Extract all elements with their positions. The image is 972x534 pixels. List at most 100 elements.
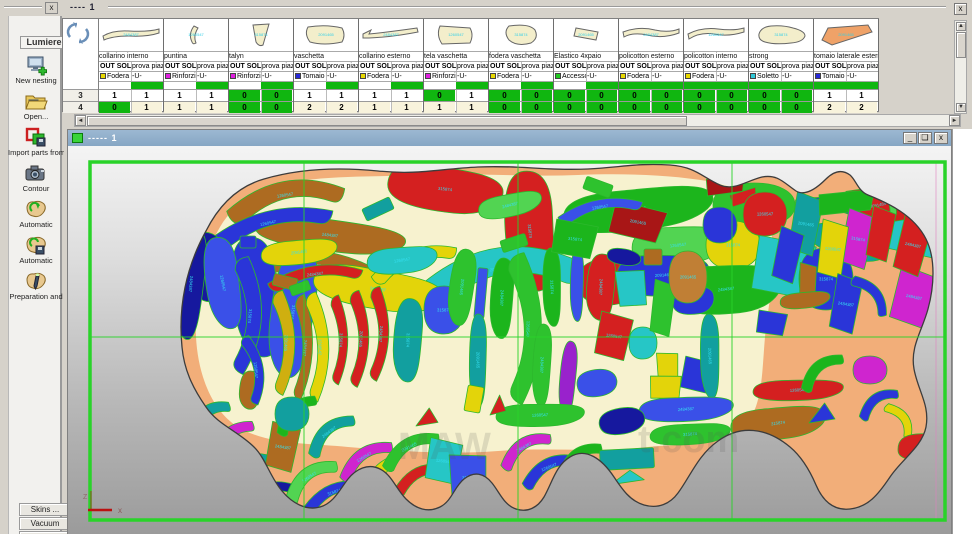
quantity-cell[interactable]: 0: [716, 102, 747, 113]
open-icon[interactable]: [24, 90, 48, 112]
quantity-cell[interactable]: 1: [391, 102, 422, 113]
sidebar-item-automatic[interactable]: Automatic: [9, 234, 63, 265]
part-name[interactable]: puntina: [164, 51, 228, 61]
quantity-cell[interactable]: 1: [294, 90, 325, 101]
part-thumbnail[interactable]: 2091465: [294, 19, 358, 51]
vscroll-thumb[interactable]: [956, 32, 966, 58]
scroll-right-icon[interactable]: ►: [949, 115, 960, 126]
scroll-left-icon[interactable]: ◄: [75, 115, 86, 126]
part-thumbnail[interactable]: 315874: [229, 19, 293, 51]
sidebar-button-skins[interactable]: Skins ...: [19, 503, 71, 516]
order-row[interactable]: OUT SOLDprova piazz: [294, 61, 358, 71]
piece[interactable]: [644, 249, 662, 265]
quantity-cell[interactable]: 0: [586, 90, 617, 101]
quantity-cell[interactable]: 0: [521, 102, 552, 113]
rotate-icon[interactable]: [63, 19, 93, 47]
row-header-3[interactable]: 3: [63, 89, 98, 101]
piece[interactable]: [174, 461, 216, 490]
parts-vertical-scrollbar[interactable]: ▲ ▼: [954, 20, 967, 114]
part-thumbnail[interactable]: 2484387: [619, 19, 683, 51]
quantity-row-4[interactable]: 00: [554, 101, 618, 113]
import-icon[interactable]: [24, 126, 48, 148]
quantity-row-3[interactable]: 11: [164, 89, 228, 101]
quantity-cell[interactable]: 1: [814, 90, 845, 101]
quantity-cell[interactable]: 0: [619, 102, 650, 113]
quantity-row-4[interactable]: 22: [294, 101, 358, 113]
material-row[interactable]: Fodera-U-: [99, 71, 163, 81]
rotate-parts-cell[interactable]: [63, 19, 98, 89]
part-thumbnail[interactable]: 2484387: [99, 19, 163, 51]
quantity-cell[interactable]: 0: [489, 90, 520, 101]
preparation-icon[interactable]: [24, 270, 48, 292]
quantity-cell[interactable]: 0: [489, 102, 520, 113]
part-name[interactable]: collarino esterno: [359, 51, 423, 61]
material-row[interactable]: Fodera-U-: [619, 71, 683, 81]
hscroll-thumb[interactable]: [87, 116, 687, 126]
sidebar-button-vacuum[interactable]: Vacuum: [19, 517, 71, 530]
nesting-window-titlebar[interactable]: ----- 1 _ ❏ x: [68, 130, 951, 146]
parts-horizontal-scrollbar[interactable]: ◄ ►: [74, 114, 961, 127]
sidebar-item-preparation-and[interactable]: Preparation and: [9, 270, 63, 301]
quantity-cell[interactable]: 1: [131, 102, 162, 113]
material-row[interactable]: Rinforzi-U-: [229, 71, 293, 81]
quantity-cell[interactable]: 0: [554, 90, 585, 101]
piece[interactable]: [614, 267, 650, 310]
quantity-row-3[interactable]: 11: [294, 89, 358, 101]
part-thumbnail[interactable]: 315874: [749, 19, 813, 51]
order-row[interactable]: OUT SOLDprova piazz: [554, 61, 618, 71]
scroll-up-icon[interactable]: ▲: [956, 22, 966, 31]
piece[interactable]: [240, 236, 256, 248]
quantity-cell[interactable]: 0: [586, 102, 617, 113]
quantity-row-3[interactable]: 11: [359, 89, 423, 101]
automatic-icon[interactable]: [24, 198, 48, 220]
part-name[interactable]: Elastico 4xpaio: [554, 51, 618, 61]
material-row[interactable]: Fodera-U-: [359, 71, 423, 81]
part-name[interactable]: fodera vaschetta: [489, 51, 553, 61]
quantity-row-4[interactable]: 01: [99, 101, 163, 113]
quantity-cell[interactable]: 0: [229, 102, 260, 113]
material-row[interactable]: Fodera-U-: [489, 71, 553, 81]
order-row[interactable]: OUT SOLDprova piazz: [424, 61, 488, 71]
quantity-row-4[interactable]: 11: [164, 101, 228, 113]
quantity-cell[interactable]: 2: [326, 102, 357, 113]
quantity-cell[interactable]: 1: [846, 90, 877, 101]
order-row[interactable]: OUT SOLDprova piazz: [749, 61, 813, 71]
part-name[interactable]: talyn: [229, 51, 293, 61]
order-row[interactable]: OUT SOLDprova piazz: [619, 61, 683, 71]
quantity-cell[interactable]: 0: [781, 102, 812, 113]
automatic2-icon[interactable]: [24, 234, 48, 256]
order-row[interactable]: OUT SOLDprova piazz: [684, 61, 748, 71]
part-thumbnail[interactable]: 1260547: [684, 19, 748, 51]
quantity-cell[interactable]: 1: [196, 90, 227, 101]
quantity-cell[interactable]: 1: [456, 90, 487, 101]
nesting-drawing[interactable]: 1260547315874248438712605473158742091465…: [78, 147, 952, 534]
quantity-cell[interactable]: 0: [651, 102, 682, 113]
part-thumbnail[interactable]: 1260547: [164, 19, 228, 51]
quantity-cell[interactable]: 1: [359, 90, 390, 101]
quantity-row-3[interactable]: 00: [749, 89, 813, 101]
part-name[interactable]: tomaio laterale esterno: [814, 51, 878, 61]
part-name[interactable]: strong: [749, 51, 813, 61]
piece[interactable]: [177, 428, 226, 466]
part-thumbnail[interactable]: 2091465: [554, 19, 618, 51]
scroll-down-icon[interactable]: ▼: [956, 103, 966, 112]
quantity-cell[interactable]: 0: [424, 90, 455, 101]
quantity-row-3[interactable]: 00: [489, 89, 553, 101]
quantity-row-3[interactable]: 01: [424, 89, 488, 101]
quantity-cell[interactable]: 0: [749, 90, 780, 101]
sidebar-grip[interactable]: [4, 6, 42, 8]
order-row[interactable]: OUT SOLDprova piazz: [164, 61, 228, 71]
quantity-row-3[interactable]: 11: [814, 89, 878, 101]
part-name[interactable]: vaschetta: [294, 51, 358, 61]
order-row[interactable]: OUT SOLDprova piazz: [359, 61, 423, 71]
quantity-cell[interactable]: 0: [749, 102, 780, 113]
quantity-cell[interactable]: 2: [294, 102, 325, 113]
contour-icon[interactable]: [24, 162, 48, 184]
material-row[interactable]: Fodera-U-: [684, 71, 748, 81]
part-thumbnail[interactable]: 315874: [489, 19, 553, 51]
sidebar-item-automatic[interactable]: Automatic: [9, 198, 63, 229]
sidebar-item-new-nesting[interactable]: New nesting: [9, 54, 63, 85]
quantity-cell[interactable]: 1: [326, 90, 357, 101]
quantity-row-4[interactable]: 11: [359, 101, 423, 113]
quantity-cell[interactable]: 0: [261, 90, 292, 101]
